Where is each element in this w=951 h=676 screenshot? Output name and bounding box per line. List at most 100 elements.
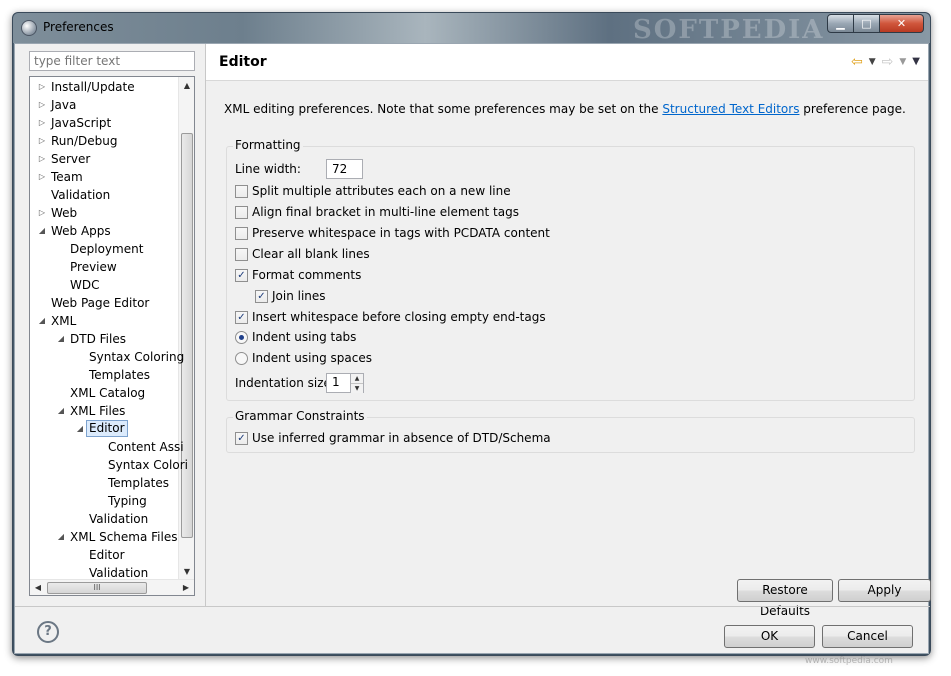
formatting-option-checkbox[interactable]: ✓: [255, 289, 268, 303]
tree-item[interactable]: ▷ Run/Debug: [30, 132, 178, 150]
tree-item[interactable]: Validation: [30, 510, 178, 528]
forward-dropdown-icon[interactable]: ▼: [899, 54, 906, 70]
scroll-thumb-horizontal[interactable]: III: [47, 582, 147, 594]
formatting-option-checkbox[interactable]: ✓: [235, 268, 248, 282]
collapsed-arrow-icon[interactable]: ▷: [37, 132, 47, 150]
tree-item[interactable]: ◢ DTD Files: [30, 330, 178, 348]
tree-item[interactable]: ▷ Java: [30, 96, 178, 114]
formatting-option-row[interactable]: Align final bracket in multi-line elemen…: [235, 205, 519, 219]
preference-tree[interactable]: ▲ ▼ ◀ III ▶ ▷ Install/Update ▷ Java ▷ JavaScr…: [29, 76, 195, 596]
formatting-option-row[interactable]: ✓ Format comments: [235, 268, 361, 282]
collapsed-arrow-icon[interactable]: ▷: [37, 204, 47, 222]
indent-spaces-row[interactable]: Indent using spaces: [235, 351, 372, 365]
structured-text-editors-link[interactable]: Structured Text Editors: [662, 102, 799, 116]
tree-item[interactable]: ◢ Web Apps: [30, 222, 178, 240]
formatting-option-row[interactable]: Clear all blank lines: [235, 247, 370, 261]
tree-vertical-scrollbar[interactable]: ▲ ▼: [178, 77, 194, 580]
tree-item[interactable]: ▷ Team: [30, 168, 178, 186]
collapsed-arrow-icon[interactable]: ▷: [37, 78, 47, 96]
cancel-button[interactable]: Cancel: [822, 625, 913, 648]
scroll-down-icon[interactable]: ▼: [179, 563, 194, 580]
tree-item[interactable]: Syntax Coloring: [30, 348, 184, 366]
view-menu-icon[interactable]: ▼: [912, 54, 920, 70]
tree-item[interactable]: Editor: [30, 546, 178, 564]
tree-item[interactable]: ▷ Server: [30, 150, 178, 168]
formatting-option-checkbox[interactable]: [235, 205, 248, 219]
formatting-option-checkbox[interactable]: [235, 184, 248, 198]
collapsed-arrow-icon[interactable]: ▷: [37, 168, 47, 186]
formatting-option-label: Format comments: [252, 268, 362, 282]
apply-button[interactable]: Apply: [838, 579, 931, 602]
tree-item[interactable]: Web Page Editor: [30, 294, 178, 312]
formatting-option-row[interactable]: Split multiple attributes each on a new …: [235, 184, 511, 198]
filter-input[interactable]: [29, 51, 195, 71]
formatting-option-label: Preserve whitespace in tags with PCDATA …: [252, 226, 550, 240]
use-inferred-grammar-checkbox[interactable]: ✓: [235, 431, 248, 445]
tree-item[interactable]: ◢ XML: [30, 312, 178, 330]
tree-item[interactable]: ▷ JavaScript: [30, 114, 178, 132]
help-icon[interactable]: ?: [37, 621, 59, 643]
indent-tabs-row[interactable]: Indent using tabs: [235, 330, 356, 344]
tree-item[interactable]: ▷ Web: [30, 204, 178, 222]
tree-item[interactable]: ◢ XML Schema Files: [30, 528, 178, 546]
formatting-option-row[interactable]: ✓ Insert whitespace before closing empty …: [235, 310, 546, 324]
ok-button[interactable]: OK: [724, 625, 815, 648]
restore-defaults-button[interactable]: Restore Defaults: [737, 579, 833, 618]
tree-item[interactable]: Typing: [30, 492, 178, 510]
tree-item[interactable]: WDC: [30, 276, 178, 294]
collapsed-arrow-icon[interactable]: ▷: [37, 114, 47, 132]
expanded-arrow-icon[interactable]: ◢: [37, 312, 47, 330]
collapsed-arrow-icon[interactable]: ▷: [37, 96, 47, 114]
tree-item[interactable]: Syntax Colori: [30, 456, 188, 474]
tree-item[interactable]: Validation: [30, 564, 178, 582]
indent-tabs-radio[interactable]: [235, 330, 248, 344]
forward-arrow-icon[interactable]: ⇨: [882, 54, 894, 70]
collapsed-arrow-icon[interactable]: ▷: [37, 150, 47, 168]
title-bar[interactable]: Preferences SOFTPEDIA ▁ □ ✕: [13, 13, 930, 45]
tree-item[interactable]: ◢ Editor: [30, 420, 178, 438]
indentation-size-spinner[interactable]: 1 ▲ ▼: [326, 373, 364, 393]
line-width-label: Line width:: [235, 162, 301, 176]
tree-item-label: Server: [51, 152, 91, 166]
expanded-arrow-icon[interactable]: ◢: [75, 420, 85, 438]
scroll-thumb[interactable]: [181, 133, 193, 538]
tree-item[interactable]: Templates: [30, 366, 178, 384]
tree-item[interactable]: XML Catalog: [30, 384, 178, 402]
tree-item[interactable]: Validation: [30, 186, 178, 204]
scroll-up-icon[interactable]: ▲: [179, 77, 194, 94]
line-width-row: Line width:: [235, 159, 363, 179]
use-inferred-grammar-row[interactable]: ✓ Use inferred grammar in absence of DTD…: [235, 431, 551, 445]
spinner-down-icon[interactable]: ▼: [351, 384, 363, 393]
back-dropdown-icon[interactable]: ▼: [869, 54, 876, 70]
formatting-option-row[interactable]: ✓ Join lines: [255, 289, 326, 303]
expanded-arrow-icon[interactable]: ◢: [56, 402, 66, 420]
expanded-arrow-icon[interactable]: ◢: [37, 222, 47, 240]
expanded-arrow-icon[interactable]: ◢: [56, 528, 66, 546]
close-button[interactable]: ✕: [880, 14, 924, 33]
indent-spaces-radio[interactable]: [235, 351, 248, 365]
indentation-size-row: Indentation size: 1 ▲ ▼: [235, 373, 364, 393]
formatting-option-row[interactable]: Preserve whitespace in tags with PCDATA …: [235, 226, 550, 240]
back-arrow-icon[interactable]: ⇦: [851, 54, 863, 70]
scroll-left-icon[interactable]: ◀: [30, 580, 46, 595]
tree-item[interactable]: ▷ Install/Update: [30, 78, 178, 96]
tree-item[interactable]: Templates: [30, 474, 178, 492]
formatting-option-checkbox[interactable]: [235, 226, 248, 240]
tree-item[interactable]: ◢ XML Files: [30, 402, 178, 420]
formatting-option-checkbox[interactable]: [235, 247, 248, 261]
tree-item[interactable]: Preview: [30, 258, 178, 276]
tree-item[interactable]: Content Assi: [30, 438, 184, 456]
indentation-size-value[interactable]: 1: [326, 373, 350, 393]
tree-item-label: Run/Debug: [51, 134, 118, 148]
expanded-arrow-icon[interactable]: ◢: [56, 330, 66, 348]
scroll-right-icon[interactable]: ▶: [178, 580, 194, 595]
spinner-up-icon[interactable]: ▲: [351, 374, 363, 384]
formatting-option-label: Split multiple attributes each on a new …: [252, 184, 511, 198]
tree-item-label: Typing: [108, 494, 147, 508]
line-width-input[interactable]: [326, 159, 363, 179]
tree-item[interactable]: Deployment: [30, 240, 178, 258]
maximize-button[interactable]: □: [854, 14, 880, 33]
minimize-button[interactable]: ▁: [827, 14, 854, 33]
formatting-option-checkbox[interactable]: ✓: [235, 310, 248, 324]
